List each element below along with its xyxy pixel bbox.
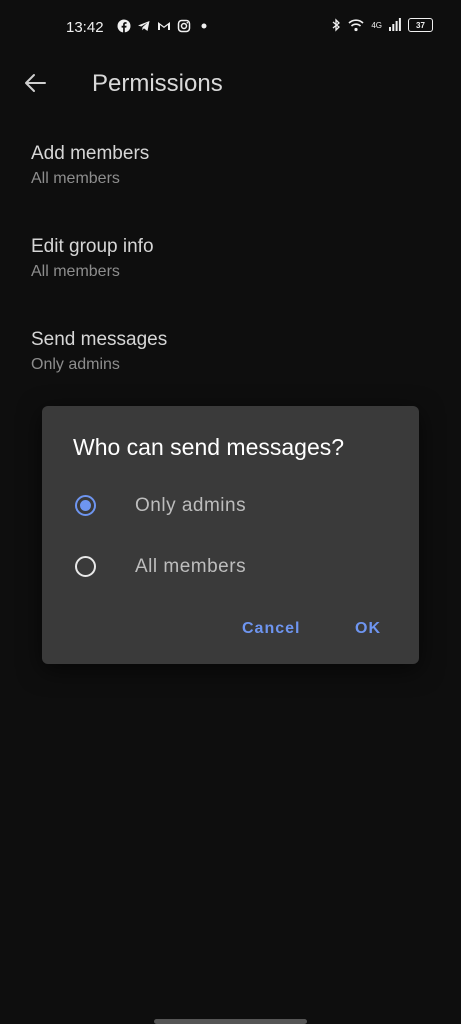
setting-title: Add members bbox=[31, 143, 150, 164]
telegram-icon bbox=[138, 21, 150, 31]
bluetooth-icon bbox=[332, 18, 341, 32]
status-app-icons bbox=[117, 19, 211, 33]
gmail-icon bbox=[158, 22, 170, 30]
setting-title: Send messages bbox=[31, 329, 168, 350]
radio-button-checked[interactable] bbox=[75, 495, 96, 516]
send-messages-dialog: Who can send messages? Only admins All m… bbox=[42, 406, 419, 664]
setting-value: All members bbox=[31, 263, 120, 280]
notification-dot-icon bbox=[201, 23, 207, 29]
setting-value: Only admins bbox=[31, 356, 120, 373]
setting-value: All members bbox=[31, 170, 120, 187]
ok-button[interactable]: OK bbox=[355, 620, 381, 638]
option-label: Only admins bbox=[135, 495, 247, 516]
option-label: All members bbox=[135, 556, 247, 577]
home-indicator[interactable] bbox=[154, 1019, 307, 1024]
setting-send-messages[interactable]: Send messages Only admins bbox=[31, 328, 431, 376]
setting-add-members[interactable]: Add members All members bbox=[31, 142, 431, 190]
option-all-members[interactable]: All members bbox=[42, 543, 419, 593]
instagram-icon bbox=[177, 19, 191, 33]
facebook-icon bbox=[117, 19, 131, 33]
status-time: 13:42 bbox=[66, 19, 104, 36]
status-indicators: 4G 37 bbox=[331, 18, 433, 32]
page-title: Permissions bbox=[92, 70, 223, 97]
option-only-admins[interactable]: Only admins bbox=[42, 482, 419, 532]
battery-icon: 37 bbox=[408, 18, 433, 32]
setting-title: Edit group info bbox=[31, 236, 154, 257]
setting-edit-group-info[interactable]: Edit group info All members bbox=[31, 235, 431, 283]
status-bar: 13:42 4G 37 bbox=[0, 0, 461, 58]
signal-icon bbox=[389, 18, 401, 31]
back-arrow-icon[interactable] bbox=[20, 68, 50, 98]
network-type: 4G bbox=[371, 20, 382, 30]
radio-button-unchecked[interactable] bbox=[75, 556, 96, 577]
cancel-button[interactable]: Cancel bbox=[242, 620, 300, 638]
dialog-title: Who can send messages? bbox=[73, 434, 345, 460]
wifi-icon bbox=[348, 19, 364, 32]
app-bar: Permissions bbox=[0, 58, 461, 110]
